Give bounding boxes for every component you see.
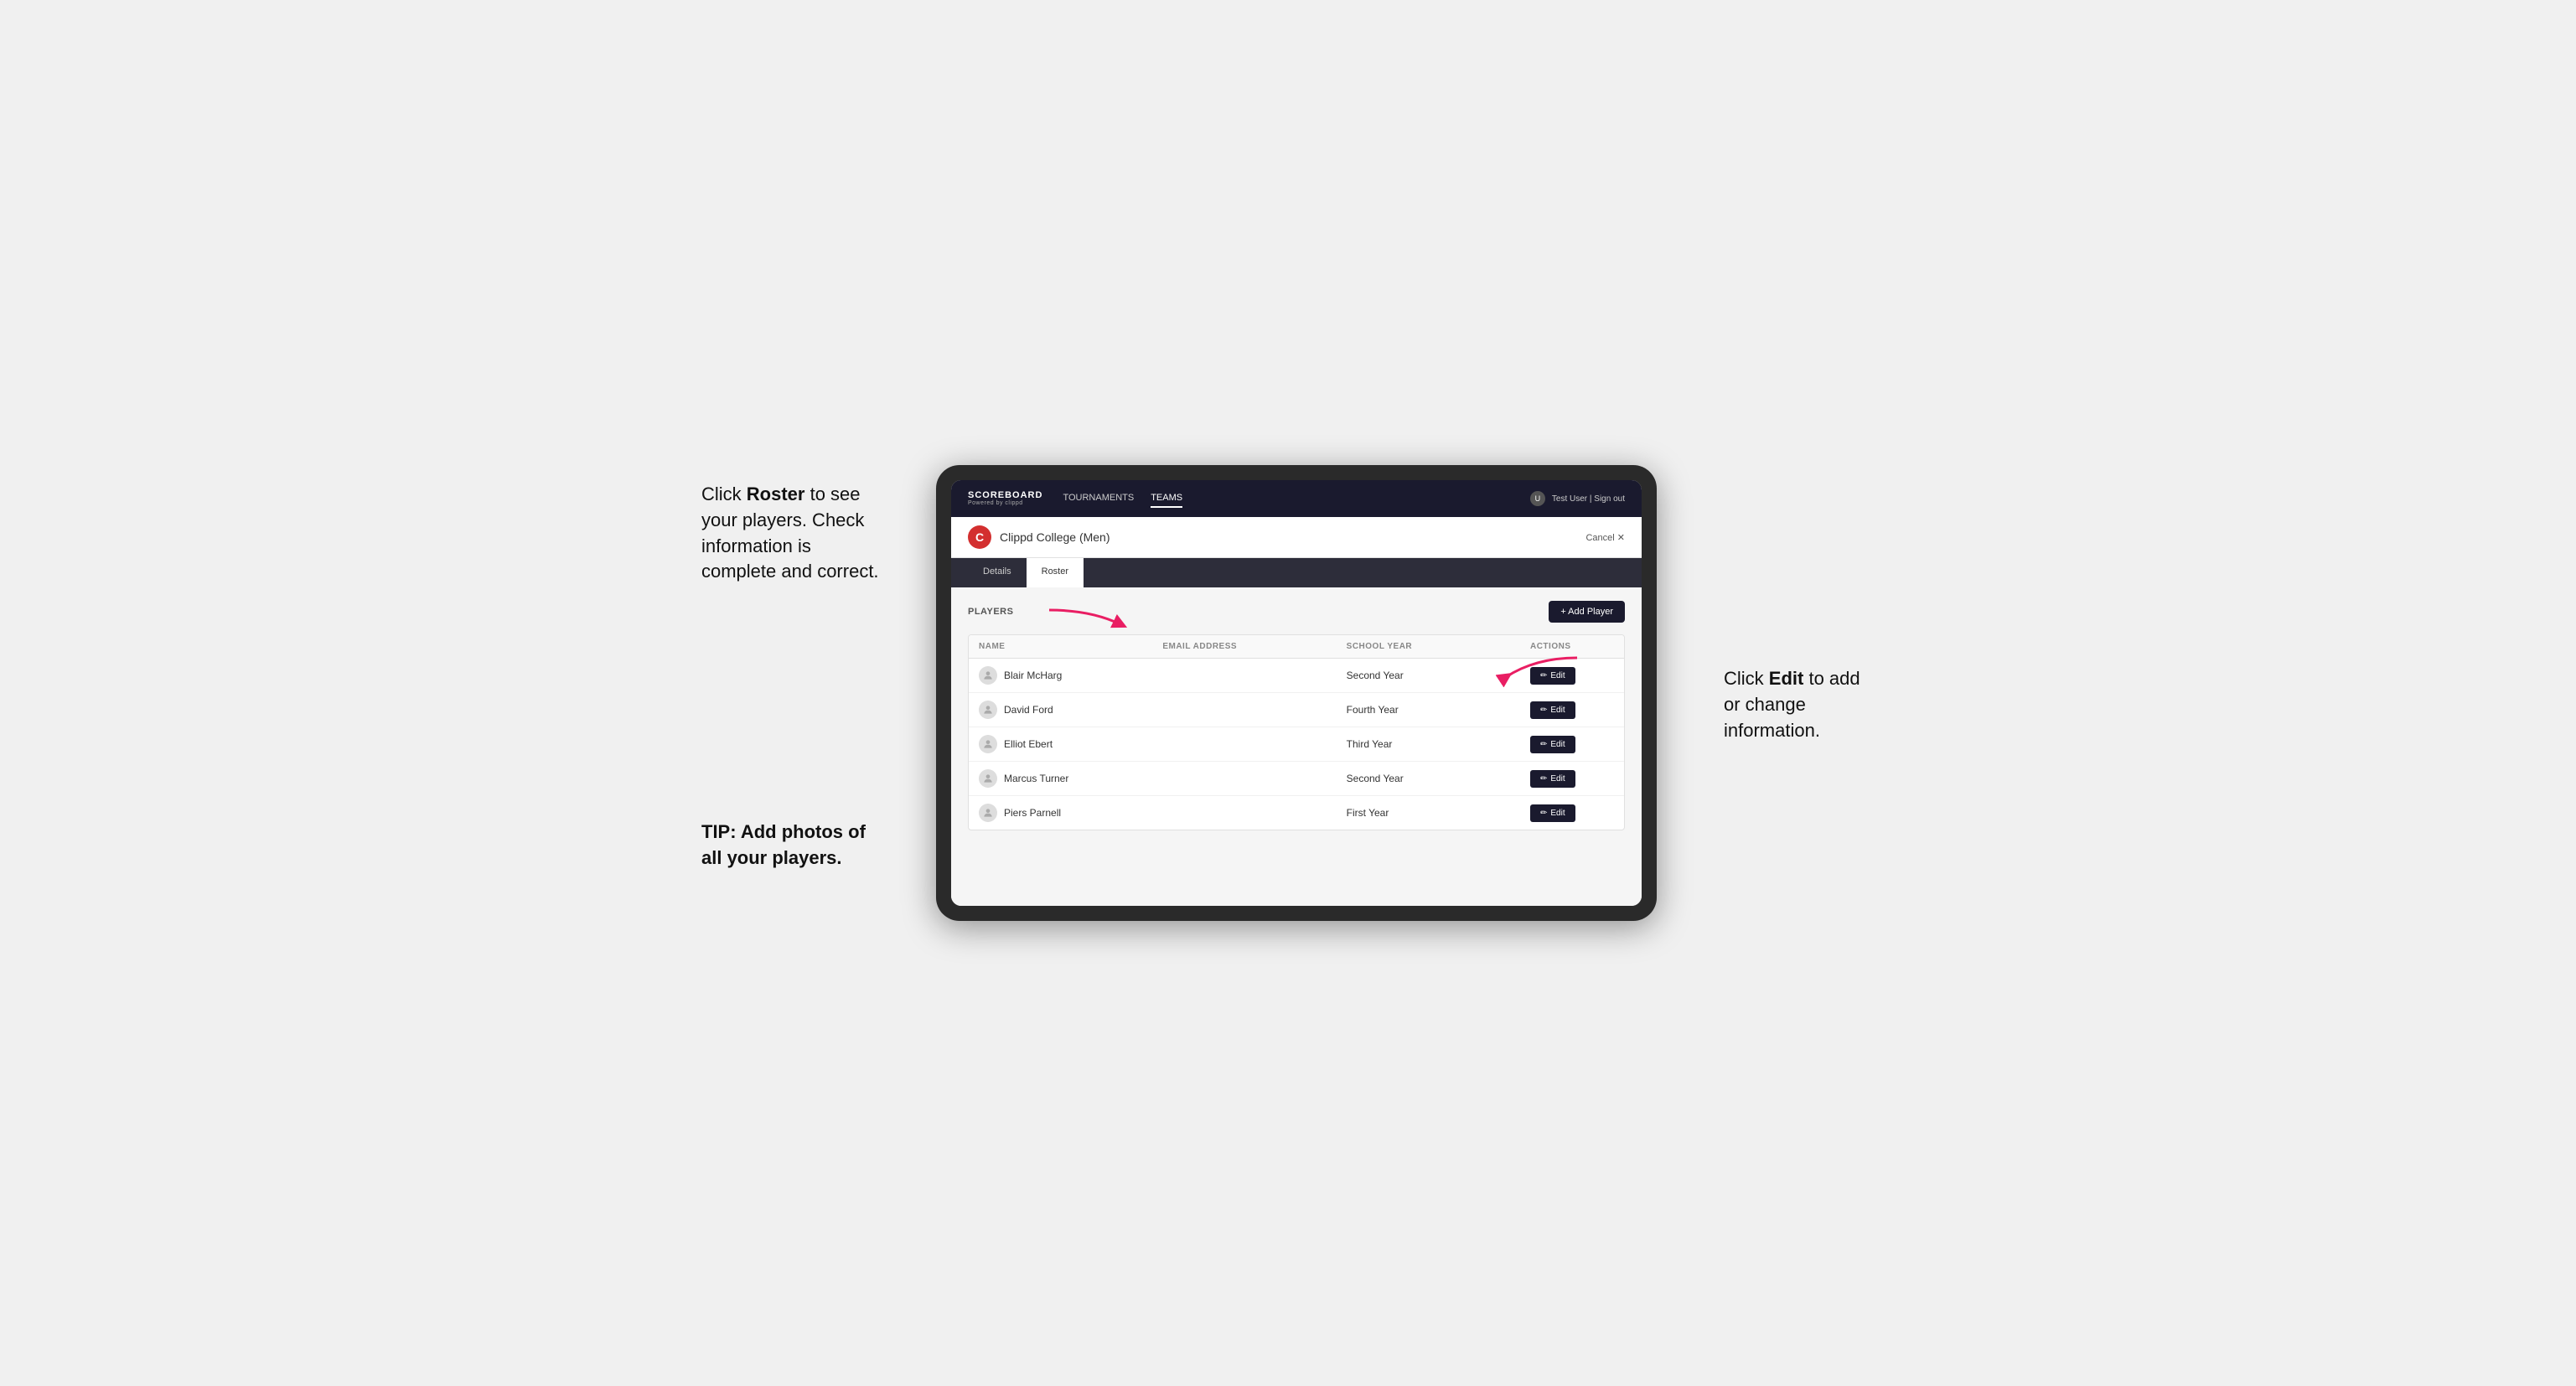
- left-annotation: Click Roster to see your players. Check …: [701, 465, 886, 871]
- actions-cell: ✏ Edit: [1530, 770, 1614, 788]
- player-school-year: Fourth Year: [1347, 704, 1530, 716]
- person-icon: [982, 738, 994, 750]
- actions-cell: ✏ Edit: [1530, 736, 1614, 753]
- tip-text: TIP: Add photos of all your players.: [701, 820, 886, 871]
- right-text: Click Edit to add or change information.: [1724, 668, 1860, 741]
- col-email: EMAIL ADDRESS: [1162, 642, 1346, 651]
- device-wrapper: SCOREBOARD Powered by clippd TOURNAMENTS…: [886, 465, 1707, 921]
- tablet-frame: SCOREBOARD Powered by clippd TOURNAMENTS…: [936, 465, 1657, 921]
- edit-label: Edit: [1550, 809, 1565, 818]
- edit-button-4[interactable]: ✏ Edit: [1530, 804, 1575, 822]
- edit-button-2[interactable]: ✏ Edit: [1530, 736, 1575, 753]
- player-name: Blair McHarg: [1004, 670, 1062, 681]
- logo-area: SCOREBOARD Powered by clippd: [968, 491, 1042, 506]
- add-player-label: + Add Player: [1560, 607, 1613, 617]
- nav-links: TOURNAMENTS TEAMS: [1063, 489, 1529, 508]
- actions-cell: ✏ Edit: [1530, 701, 1614, 719]
- app-navbar: SCOREBOARD Powered by clippd TOURNAMENTS…: [951, 480, 1642, 517]
- edit-arrow: [1493, 637, 1577, 687]
- table-row: David Ford Fourth Year ✏ Edit: [969, 693, 1624, 727]
- user-icon: U: [1530, 491, 1545, 506]
- avatar: [979, 735, 997, 753]
- player-name-cell: Elliot Ebert: [979, 735, 1162, 753]
- person-icon: [982, 773, 994, 784]
- players-label: PLAYERS: [968, 607, 1013, 617]
- edit-label: Edit: [1550, 774, 1565, 784]
- avatar: [979, 666, 997, 685]
- person-icon: [982, 807, 994, 819]
- actions-cell: ✏ Edit: [1530, 804, 1614, 822]
- player-name-cell: Blair McHarg: [979, 666, 1162, 685]
- nav-tournaments[interactable]: TOURNAMENTS: [1063, 489, 1134, 508]
- edit-label: Edit: [1550, 740, 1565, 749]
- tab-bar: Details Roster: [951, 558, 1642, 587]
- table-row: Elliot Ebert Third Year ✏ Edit: [969, 727, 1624, 762]
- main-content: PLAYERS + Add Player NAME EMAIL ADDRESS …: [951, 587, 1642, 906]
- nav-teams[interactable]: TEAMS: [1151, 489, 1182, 508]
- user-area: U Test User | Sign out: [1530, 491, 1625, 506]
- player-school-year: Third Year: [1347, 738, 1530, 750]
- player-school-year: First Year: [1347, 807, 1530, 819]
- edit-button-1[interactable]: ✏ Edit: [1530, 701, 1575, 719]
- cancel-button[interactable]: Cancel ✕: [1585, 532, 1625, 543]
- avatar: [979, 769, 997, 788]
- player-name: David Ford: [1004, 704, 1053, 716]
- person-icon: [982, 704, 994, 716]
- team-logo: C: [968, 525, 991, 549]
- table-row: Piers Parnell First Year ✏ Edit: [969, 796, 1624, 830]
- player-name: Marcus Turner: [1004, 773, 1068, 784]
- avatar: [979, 701, 997, 719]
- logo-text: SCOREBOARD: [968, 491, 1042, 500]
- player-name: Piers Parnell: [1004, 807, 1061, 819]
- right-annotation: Click Edit to add or change information.: [1707, 465, 1875, 743]
- avatar: [979, 804, 997, 822]
- col-name: NAME: [979, 642, 1162, 651]
- tab-roster[interactable]: Roster: [1027, 558, 1084, 587]
- player-name: Elliot Ebert: [1004, 738, 1053, 750]
- edit-button-3[interactable]: ✏ Edit: [1530, 770, 1575, 788]
- table-row: Marcus Turner Second Year ✏ Edit: [969, 762, 1624, 796]
- person-icon: [982, 670, 994, 681]
- logo-sub: Powered by clippd: [968, 500, 1042, 506]
- player-name-cell: David Ford: [979, 701, 1162, 719]
- player-name-cell: Marcus Turner: [979, 769, 1162, 788]
- player-school-year: Second Year: [1347, 773, 1530, 784]
- roster-arrow: [1049, 589, 1125, 631]
- tablet-screen: SCOREBOARD Powered by clippd TOURNAMENTS…: [951, 480, 1642, 906]
- player-name-cell: Piers Parnell: [979, 804, 1162, 822]
- edit-label: Edit: [1550, 706, 1565, 715]
- team-name: Clippd College (Men): [1000, 530, 1585, 544]
- team-header: C Clippd College (Men) Cancel ✕: [951, 517, 1642, 558]
- tab-details[interactable]: Details: [968, 558, 1027, 587]
- user-label: Test User | Sign out: [1552, 494, 1625, 504]
- left-text: Click Roster to see your players. Check …: [701, 484, 879, 582]
- add-player-button[interactable]: + Add Player: [1549, 601, 1625, 623]
